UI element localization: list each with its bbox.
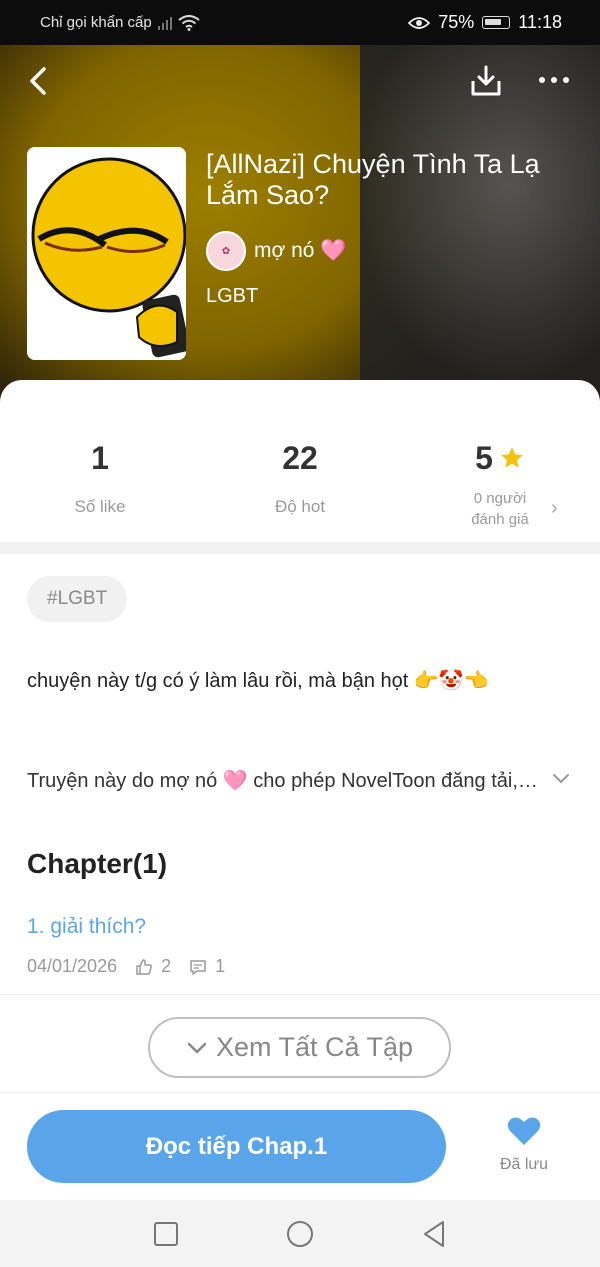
rating-label-line2: đánh giá xyxy=(471,511,529,528)
chevron-down-icon[interactable] xyxy=(551,772,571,786)
status-right: 75% 11:18 xyxy=(408,12,562,33)
story-info: [AllNazi] Chuyện Tình Ta Lạ Lắm Sao? ✿ m… xyxy=(206,149,586,308)
top-toolbar xyxy=(0,45,600,120)
more-icon[interactable] xyxy=(534,65,574,95)
author-avatar[interactable]: ✿ xyxy=(206,231,246,271)
content-card: 1 Số like 22 Độ hot 5 0 người đánh giá ›… xyxy=(0,380,600,1267)
author-name[interactable]: mợ nó 🩷 xyxy=(254,239,346,263)
comment-icon xyxy=(190,959,206,975)
rating-value-row: 5 xyxy=(400,438,600,478)
back-nav-icon[interactable] xyxy=(418,1218,450,1250)
chapter-meta: 04/01/2026 2 1 xyxy=(27,956,225,977)
back-icon[interactable] xyxy=(22,61,58,101)
likes-value: 1 xyxy=(91,440,109,476)
chapter-likes: 2 xyxy=(161,956,172,976)
chevron-right-icon[interactable]: › xyxy=(551,497,558,520)
battery-percent: 75% xyxy=(438,12,475,32)
story-title: [AllNazi] Chuyện Tình Ta Lạ Lắm Sao? xyxy=(206,149,540,210)
continue-reading-button[interactable]: Đọc tiếp Chap.1 xyxy=(27,1110,446,1183)
hot-value: 22 xyxy=(282,440,318,476)
stat-likes: 1 Số like xyxy=(0,438,200,517)
eye-icon xyxy=(408,16,431,29)
download-icon[interactable] xyxy=(468,63,504,99)
author-row[interactable]: ✿ mợ nó 🩷 xyxy=(206,231,586,271)
recent-apps-icon[interactable] xyxy=(150,1218,182,1250)
chapter-comments: 1 xyxy=(215,956,226,976)
stat-rating[interactable]: 5 0 người đánh giá xyxy=(400,438,600,530)
signal-icon xyxy=(157,16,172,30)
rating-value: 5 xyxy=(475,440,493,476)
divider xyxy=(0,1092,600,1093)
likes-label: Số like xyxy=(74,497,126,516)
chapter-date: 04/01/2026 xyxy=(27,956,118,976)
saved-button[interactable]: Đã lưu xyxy=(490,1116,558,1174)
section-divider xyxy=(0,542,600,554)
see-all-label: Xem Tất Cả Tập xyxy=(215,1032,414,1062)
rating-label: 0 người đánh giá xyxy=(400,488,600,530)
hot-label: Độ hot xyxy=(274,497,326,516)
thumbs-up-icon xyxy=(136,958,152,975)
wifi-icon xyxy=(178,14,200,31)
cover-art xyxy=(27,147,186,360)
genre-label[interactable]: LGBT xyxy=(206,285,586,308)
saved-label: Đã lưu xyxy=(499,1156,549,1173)
status-left: Chỉ gọi khẩn cấp xyxy=(40,14,200,31)
system-nav-bar xyxy=(0,1200,600,1267)
chevron-down-icon xyxy=(187,1042,207,1053)
tag-chip[interactable]: #LGBT xyxy=(27,576,128,622)
see-all-button[interactable]: Xem Tất Cả Tập xyxy=(148,1017,451,1078)
chapter-link[interactable]: 1. giải thích? xyxy=(27,915,146,939)
divider xyxy=(0,994,600,995)
status-bar: Chỉ gọi khẩn cấp 75% 11:18 xyxy=(0,0,600,45)
stats-row: 1 Số like 22 Độ hot 5 0 người đánh giá › xyxy=(0,380,600,542)
stat-hot: 22 Độ hot xyxy=(200,438,400,517)
story-description: chuyện này t/g có ý làm lâu rồi, mà bận … xyxy=(27,670,489,692)
permission-text[interactable]: Truyện này do mợ nó 🩷 cho phép NovelToon… xyxy=(27,768,542,793)
home-icon[interactable] xyxy=(284,1218,316,1250)
clock: 11:18 xyxy=(518,12,562,32)
star-icon xyxy=(501,447,523,468)
heart-icon xyxy=(507,1117,541,1145)
rating-label-line1: 0 người xyxy=(473,490,527,507)
hero-banner: [AllNazi] Chuyện Tình Ta Lạ Lắm Sao? ✿ m… xyxy=(0,45,600,405)
cover-image xyxy=(27,147,186,360)
battery-icon xyxy=(482,16,511,29)
carrier-text: Chỉ gọi khẩn cấp xyxy=(40,14,152,31)
chapter-heading: Chapter(1) xyxy=(27,848,168,879)
